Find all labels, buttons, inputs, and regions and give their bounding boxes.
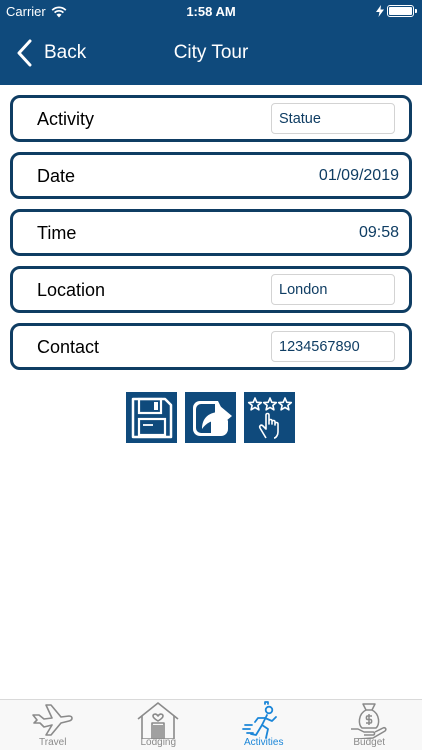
share-arrow-icon — [192, 400, 232, 436]
date-value[interactable]: 01/09/2019 — [319, 167, 399, 185]
airplane-icon — [31, 704, 73, 736]
rate-button[interactable] — [244, 392, 295, 443]
tab-travel[interactable]: Travel — [0, 700, 106, 750]
activity-label: Activity — [37, 109, 95, 129]
date-label: Date — [37, 166, 76, 186]
tab-activities-label: Activities — [244, 737, 284, 748]
location-row: Location — [10, 266, 412, 313]
contact-input[interactable] — [271, 331, 395, 362]
floppy-disk-icon — [131, 397, 172, 438]
tab-bar: Travel Lodging Activities Budget — [0, 699, 422, 750]
action-buttons — [126, 392, 295, 443]
time-label: Time — [37, 223, 77, 243]
battery-icon — [387, 5, 417, 17]
activity-row: Activity — [10, 95, 412, 142]
share-button[interactable] — [185, 392, 236, 443]
activity-input[interactable] — [271, 103, 395, 134]
location-label: Location — [37, 280, 106, 300]
tab-budget[interactable]: Budget — [317, 700, 422, 750]
status-time: 1:58 AM — [186, 4, 236, 19]
time-value[interactable]: 09:58 — [359, 224, 399, 242]
house-icon — [137, 702, 179, 739]
date-row[interactable]: Date 01/09/2019 — [10, 152, 412, 199]
tab-lodging[interactable]: Lodging — [106, 700, 212, 750]
battery-level — [389, 7, 412, 15]
location-input[interactable] — [271, 274, 395, 305]
running-person-icon — [241, 701, 277, 739]
charging-icon — [376, 5, 384, 17]
page-title: City Tour — [173, 42, 249, 63]
tab-budget-label: Budget — [353, 737, 386, 748]
tab-activities[interactable]: Activities — [211, 700, 317, 750]
status-bar: Carrier 1:58 AM — [0, 0, 422, 22]
activity-form: Activity Date 01/09/2019 Time 09:58 Loca… — [10, 95, 412, 380]
time-row[interactable]: Time 09:58 — [10, 209, 412, 256]
contact-row: Contact — [10, 323, 412, 370]
tab-travel-label: Travel — [39, 737, 67, 748]
contact-label: Contact — [37, 337, 100, 357]
money-bag-hand-icon — [351, 703, 387, 739]
rate-stars-icon — [247, 396, 292, 439]
tab-lodging-label: Lodging — [140, 737, 177, 748]
navigation-bar: Carrier 1:58 AM Back City Tour — [0, 0, 422, 85]
save-button[interactable] — [126, 392, 177, 443]
